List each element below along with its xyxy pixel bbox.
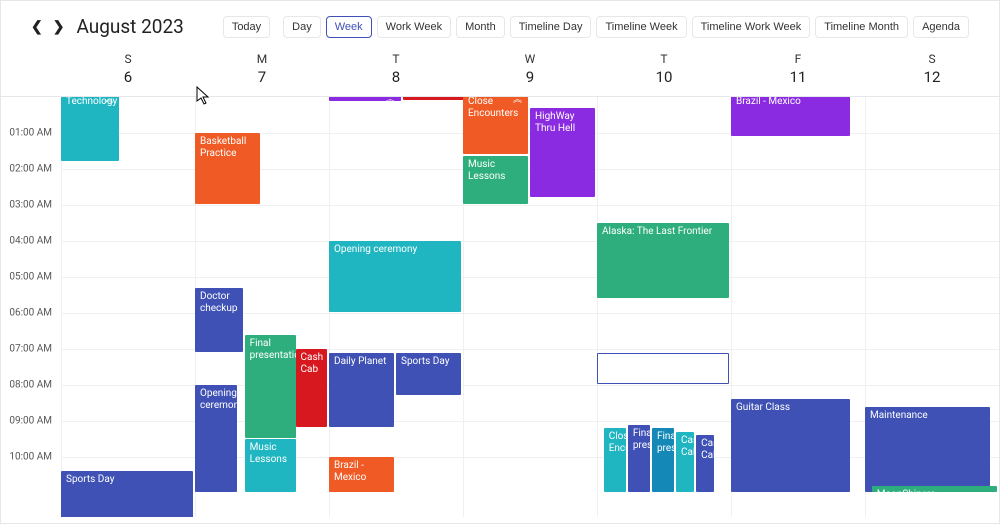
event-item[interactable]: Cash Cab <box>296 349 328 427</box>
time-label: 07:00 AM <box>1 344 56 355</box>
expand-up-icon: ︽ <box>104 97 113 106</box>
day-header-2[interactable]: T8 <box>329 46 463 96</box>
prev-arrow[interactable]: ❮ <box>31 19 43 35</box>
time-label: 02:00 AM <box>1 164 56 175</box>
event-item[interactable]: Music Lessons <box>245 439 297 492</box>
event-item[interactable]: Daily Planet <box>329 353 394 428</box>
event-item[interactable]: Final presentation <box>628 425 650 492</box>
calendar-title: August 2023 <box>76 15 183 38</box>
event-item[interactable]: Sports Day <box>396 353 461 395</box>
time-label: 04:00 AM <box>1 236 56 247</box>
event-item[interactable] <box>597 353 729 384</box>
event-item[interactable]: Close Encounters <box>604 428 626 492</box>
next-arrow[interactable]: ❯ <box>53 19 65 35</box>
expand-up-icon: ︽ <box>386 97 395 101</box>
event-item[interactable]: Cash Cab <box>676 432 694 492</box>
view-workweek-button[interactable]: Work Week <box>377 16 451 38</box>
view-tlmonth-button[interactable]: Timeline Month <box>815 16 908 38</box>
event-item[interactable]: Final presentation <box>652 428 674 492</box>
day-header-0[interactable]: S6 <box>61 46 195 96</box>
event-item[interactable]: Basketball Practice <box>195 133 260 204</box>
view-month-button[interactable]: Month <box>456 16 505 38</box>
day-header-1[interactable]: M7 <box>195 46 329 96</box>
view-tlday-button[interactable]: Timeline Day <box>510 16 592 38</box>
time-label: 10:00 AM <box>1 452 56 463</box>
time-label: 05:00 AM <box>1 272 56 283</box>
view-tlww-button[interactable]: Timeline Work Week <box>692 16 811 38</box>
event-item[interactable]: Opening ceremony <box>329 241 461 312</box>
view-day-button[interactable]: Day <box>283 16 321 38</box>
event-item[interactable]: Alaska: The Last Frontier <box>597 223 729 298</box>
event-item[interactable]: Opening ceremony <box>195 385 237 492</box>
event-item[interactable]: Close Encounters︽ <box>463 97 528 154</box>
time-label: 01:00 AM <box>1 128 56 139</box>
event-item[interactable]: Technology︽ <box>61 97 119 161</box>
event-item[interactable]: Music Lessons <box>463 156 528 204</box>
event-item[interactable]: Sports Day <box>61 471 193 517</box>
event-item[interactable]: Guitar Class <box>731 399 850 492</box>
event-item[interactable]: Brazil - Mexico <box>329 457 394 492</box>
time-label: 09:00 AM <box>1 416 56 427</box>
expand-up-icon: ︽ <box>513 97 522 106</box>
event-item[interactable]: ︽ <box>329 97 401 101</box>
day-header-3[interactable]: W9 <box>463 46 597 96</box>
day-header-5[interactable]: F11 <box>731 46 865 96</box>
event-item[interactable]: Final presentation <box>245 335 297 438</box>
event-item[interactable] <box>403 97 468 100</box>
event-item[interactable]: Brazil - Mexico <box>731 97 850 136</box>
day-header-6[interactable]: S12 <box>865 46 999 96</box>
time-label: 08:00 AM <box>1 380 56 391</box>
event-item[interactable]: Doctor checkup <box>195 288 243 352</box>
view-tlweek-button[interactable]: Timeline Week <box>596 16 686 38</box>
view-week-button[interactable]: Week <box>326 16 372 38</box>
time-label: 06:00 AM <box>1 308 56 319</box>
event-item[interactable]: Cash Cab <box>696 435 714 492</box>
time-label: 03:00 AM <box>1 200 56 211</box>
today-button[interactable]: Today <box>223 16 270 38</box>
event-item[interactable]: Maintenance <box>865 407 990 492</box>
event-item[interactable]: HighWay Thru Hell <box>530 108 595 197</box>
event-item[interactable]: MoonShiners <box>872 486 997 492</box>
day-header-4[interactable]: T10 <box>597 46 731 96</box>
view-agenda-button[interactable]: Agenda <box>913 16 969 38</box>
